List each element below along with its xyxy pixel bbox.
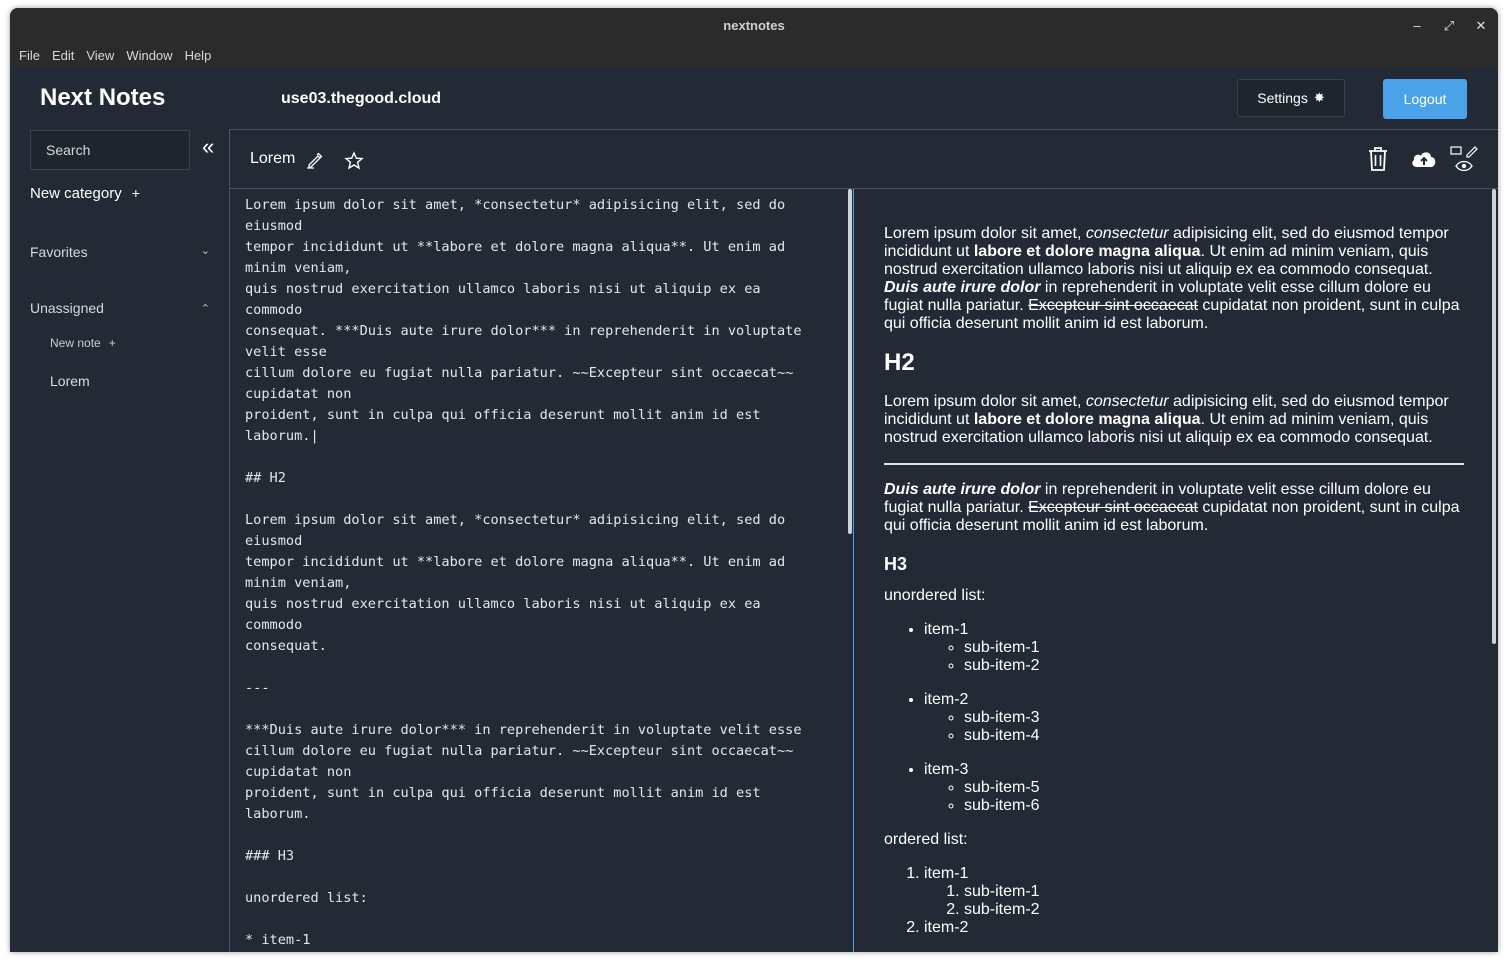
app-brand: Next Notes <box>40 84 166 111</box>
note-panel: Lorem Lorem ipsum dolor sit amet, *conse… <box>229 129 1498 952</box>
maximize-icon[interactable]: ⤢ <box>1439 16 1459 36</box>
ordered-list-label: ordered list: <box>884 831 968 848</box>
settings-label: Settings <box>1257 90 1308 106</box>
preview-paragraph: Duis aute irure dolor in reprehenderit i… <box>884 481 1460 534</box>
preview-content: Lorem ipsum dolor sit amet, consectetur … <box>854 189 1494 937</box>
app-header: Next Notes use03.thegood.cloud Settings … <box>10 68 1498 130</box>
menu-help[interactable]: Help <box>182 44 215 68</box>
list-item: sub-item-1 <box>964 639 1464 657</box>
menu-bar: File Edit View Window Help <box>10 44 1498 68</box>
editor-scrollbar[interactable] <box>848 189 852 534</box>
preview-paragraph: Lorem ipsum dolor sit amet, consectetur … <box>884 225 1460 332</box>
server-name: use03.thegood.cloud <box>281 90 442 107</box>
search-input[interactable]: Search <box>30 130 190 170</box>
markdown-preview: Lorem ipsum dolor sit amet, consectetur … <box>854 189 1498 952</box>
preview-scrollbar[interactable] <box>1492 189 1496 644</box>
list-item: item-1 sub-item-1sub-item-2 <box>924 621 1464 675</box>
unordered-list: item-1 sub-item-1sub-item-2 item-2 sub-i… <box>884 621 1464 815</box>
unordered-list-label: unordered list: <box>884 587 986 604</box>
list-item: item-1 sub-item-1sub-item-2 <box>924 865 1464 919</box>
plus-icon: + <box>108 336 116 350</box>
star-icon[interactable] <box>344 151 364 171</box>
edit-title-icon[interactable] <box>306 151 324 169</box>
preview-heading-h3: H3 <box>884 554 908 574</box>
markdown-editor[interactable]: Lorem ipsum dolor sit amet, *consectetur… <box>230 189 854 952</box>
list-item: sub-item-1 <box>964 883 1464 901</box>
ordered-list: item-1 sub-item-1sub-item-2 item-2 <box>884 865 1464 937</box>
menu-view[interactable]: View <box>83 44 117 68</box>
unassigned-label: Unassigned <box>30 300 104 316</box>
collapse-sidebar-icon[interactable]: « <box>202 136 224 158</box>
editor-text[interactable]: Lorem ipsum dolor sit amet, *consectetur… <box>230 189 853 952</box>
toggle-preview-icon[interactable] <box>1449 144 1479 174</box>
list-item: item-2 <box>924 919 1464 937</box>
list-item: sub-item-4 <box>964 727 1464 745</box>
menu-file[interactable]: File <box>16 44 43 68</box>
note-list-item[interactable]: Lorem <box>50 373 90 389</box>
list-item: item-2 sub-item-3sub-item-4 <box>924 691 1464 745</box>
favorites-label: Favorites <box>30 244 88 260</box>
logout-button[interactable]: Logout <box>1383 79 1467 119</box>
preview-heading-h2: H2 <box>884 349 915 376</box>
new-category-button[interactable]: New category + <box>30 185 140 202</box>
cloud-upload-icon[interactable] <box>1409 147 1439 171</box>
list-item: sub-item-2 <box>964 901 1464 919</box>
title-bar: nextnotes – ⤢ ✕ <box>10 8 1498 44</box>
list-item: item-3 sub-item-5sub-item-6 <box>924 761 1464 815</box>
sidebar: Search « New category + Favorites ⌄ Unass… <box>10 130 229 952</box>
close-icon[interactable]: ✕ <box>1471 16 1491 36</box>
settings-button[interactable]: Settings ✸ <box>1237 79 1345 117</box>
list-item: sub-item-3 <box>964 709 1464 727</box>
list-item: sub-item-5 <box>964 779 1464 797</box>
unassigned-section[interactable]: Unassigned ⌃ <box>30 300 210 316</box>
new-category-label: New category <box>30 185 122 202</box>
new-note-label: New note <box>50 336 101 350</box>
window-title: nextnotes <box>723 18 785 33</box>
preview-divider <box>884 463 1464 465</box>
minimize-icon[interactable]: – <box>1407 16 1427 36</box>
plus-icon: + <box>131 185 140 201</box>
gear-icon: ✸ <box>1313 90 1325 105</box>
favorites-section[interactable]: Favorites ⌄ <box>30 244 210 260</box>
note-toolbar: Lorem <box>230 130 1498 189</box>
chevron-down-icon: ⌄ <box>200 245 210 257</box>
preview-paragraph: Lorem ipsum dolor sit amet, consectetur … <box>884 393 1449 446</box>
chevron-up-icon: ⌃ <box>200 303 210 315</box>
app-window: nextnotes – ⤢ ✕ File Edit View Window Help N… <box>10 8 1498 952</box>
list-item: sub-item-6 <box>964 797 1464 815</box>
trash-icon[interactable] <box>1366 146 1390 172</box>
menu-edit[interactable]: Edit <box>49 44 77 68</box>
note-title: Lorem <box>250 150 296 167</box>
new-note-button[interactable]: New note + <box>50 336 116 350</box>
list-item: sub-item-2 <box>964 657 1464 675</box>
menu-window[interactable]: Window <box>123 44 175 68</box>
